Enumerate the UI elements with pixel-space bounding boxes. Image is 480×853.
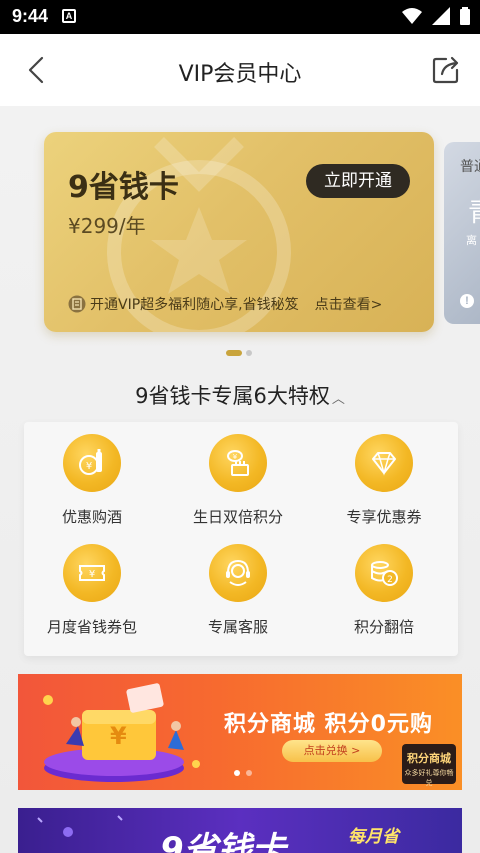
savings-card-banner[interactable]: 9省钱卡 每月省 xyxy=(18,808,462,853)
perk-monthly-coupons[interactable]: ¥ 月度省钱券包 xyxy=(22,544,162,644)
carousel-dot[interactable] xyxy=(246,350,252,356)
page-title: VIP会员中心 xyxy=(178,62,302,87)
open-now-button[interactable]: 立即开通 xyxy=(306,164,410,198)
carousel-indicator xyxy=(226,350,252,356)
perk-points-double[interactable]: 2 积分翻倍 xyxy=(314,544,454,644)
perk-support[interactable]: 专属客服 xyxy=(168,544,308,644)
headset-icon xyxy=(209,544,267,602)
perk-coupon[interactable]: 专享优惠券 xyxy=(314,434,454,534)
sparkle-decoration xyxy=(37,815,123,837)
status-time: 9:44 xyxy=(12,6,49,26)
perks-title[interactable]: 9省钱卡专属6大特权 ︿ xyxy=(0,380,480,410)
points-mall-badge: 积分商城 众多好礼尊你畅兑 xyxy=(402,744,456,787)
wifi-icon xyxy=(402,8,422,24)
next-card-small: 离 xyxy=(466,234,477,247)
perk-label: 生日双倍积分 xyxy=(192,508,283,526)
status-icons xyxy=(402,7,470,25)
badge-subtitle: 众多好礼尊你畅兑 xyxy=(404,769,454,787)
vip-card[interactable]: 9省钱卡 ¥299/年 立即开通 开通VIP超多福利随心享,省钱秘笈 点击查看> xyxy=(44,132,434,332)
next-card[interactable]: 普通 青 离 ! xyxy=(444,142,480,324)
perk-label: 专属客服 xyxy=(207,618,268,636)
svg-text:¥: ¥ xyxy=(89,569,95,580)
chevron-up-icon: ︿ xyxy=(331,392,345,407)
status-bar: 9:44 A xyxy=(0,0,480,34)
battery-icon xyxy=(460,7,470,25)
badge-title: 积分商城 xyxy=(407,752,451,765)
wine-coin-icon: ¥ xyxy=(63,434,121,492)
content-area: 9省钱卡 ¥299/年 立即开通 开通VIP超多福利随心享,省钱秘笈 点击查看>… xyxy=(0,106,480,853)
signal-icon xyxy=(432,7,450,25)
svg-text:¥: ¥ xyxy=(86,461,92,472)
banner1-headline: 积分商城 积分0元购 xyxy=(224,712,433,737)
view-details-link[interactable]: 点击查看> xyxy=(315,294,383,314)
perk-label: 专享优惠券 xyxy=(346,508,422,526)
receipt-icon xyxy=(68,295,86,313)
perk-label: 月度省钱券包 xyxy=(46,618,137,636)
points-mall-banner[interactable]: ¥ 积分商城 积分0元购 点击兑换 > 积分商城 众多好礼尊你畅兑 xyxy=(18,674,462,790)
coins-stack-icon: 2 xyxy=(355,544,413,602)
birthday-cake-icon: ¥ xyxy=(209,434,267,492)
banner2-side-text: 每月省 xyxy=(348,827,399,847)
perk-birthday[interactable]: ¥ 生日双倍积分 xyxy=(168,434,308,534)
card-footer: 开通VIP超多福利随心享,省钱秘笈 点击查看> xyxy=(68,294,382,314)
perk-wine[interactable]: ¥ 优惠购酒 xyxy=(22,434,162,534)
svg-text:2: 2 xyxy=(387,575,393,585)
redeem-button[interactable]: 点击兑换 > xyxy=(282,740,382,762)
next-card-big: 青 xyxy=(468,192,480,229)
perks-panel: ¥ 优惠购酒 ¥ 生日双倍积分 专享优惠券 ¥ 月度省钱券包 专属客服 2 积分… xyxy=(24,422,458,656)
share-icon[interactable] xyxy=(430,54,462,86)
banner-indicator xyxy=(234,770,252,776)
banner-dot[interactable] xyxy=(246,770,252,776)
nav-bar: VIP会员中心 xyxy=(0,34,480,106)
card-title: 9省钱卡 xyxy=(68,170,179,205)
perks-title-text: 9省钱卡专属6大特权 xyxy=(135,384,330,408)
banner-dot-active[interactable] xyxy=(234,770,240,776)
perk-label: 积分翻倍 xyxy=(353,618,414,636)
notification-icon: A xyxy=(62,9,76,23)
yen-ticket-icon: ¥ xyxy=(63,544,121,602)
carousel-dot-active[interactable] xyxy=(226,350,242,356)
wallet-symbol: ¥ xyxy=(110,722,127,750)
perk-label: 优惠购酒 xyxy=(61,508,122,526)
banner2-title: 9省钱卡 xyxy=(160,830,286,853)
diamond-icon xyxy=(355,434,413,492)
svg-text:¥: ¥ xyxy=(233,453,238,461)
card-price: ¥299/年 xyxy=(68,214,146,238)
next-card-label: 普通 xyxy=(460,159,480,175)
warning-icon: ! xyxy=(460,294,474,308)
card-footer-text: 开通VIP超多福利随心享,省钱秘笈 xyxy=(90,297,299,313)
